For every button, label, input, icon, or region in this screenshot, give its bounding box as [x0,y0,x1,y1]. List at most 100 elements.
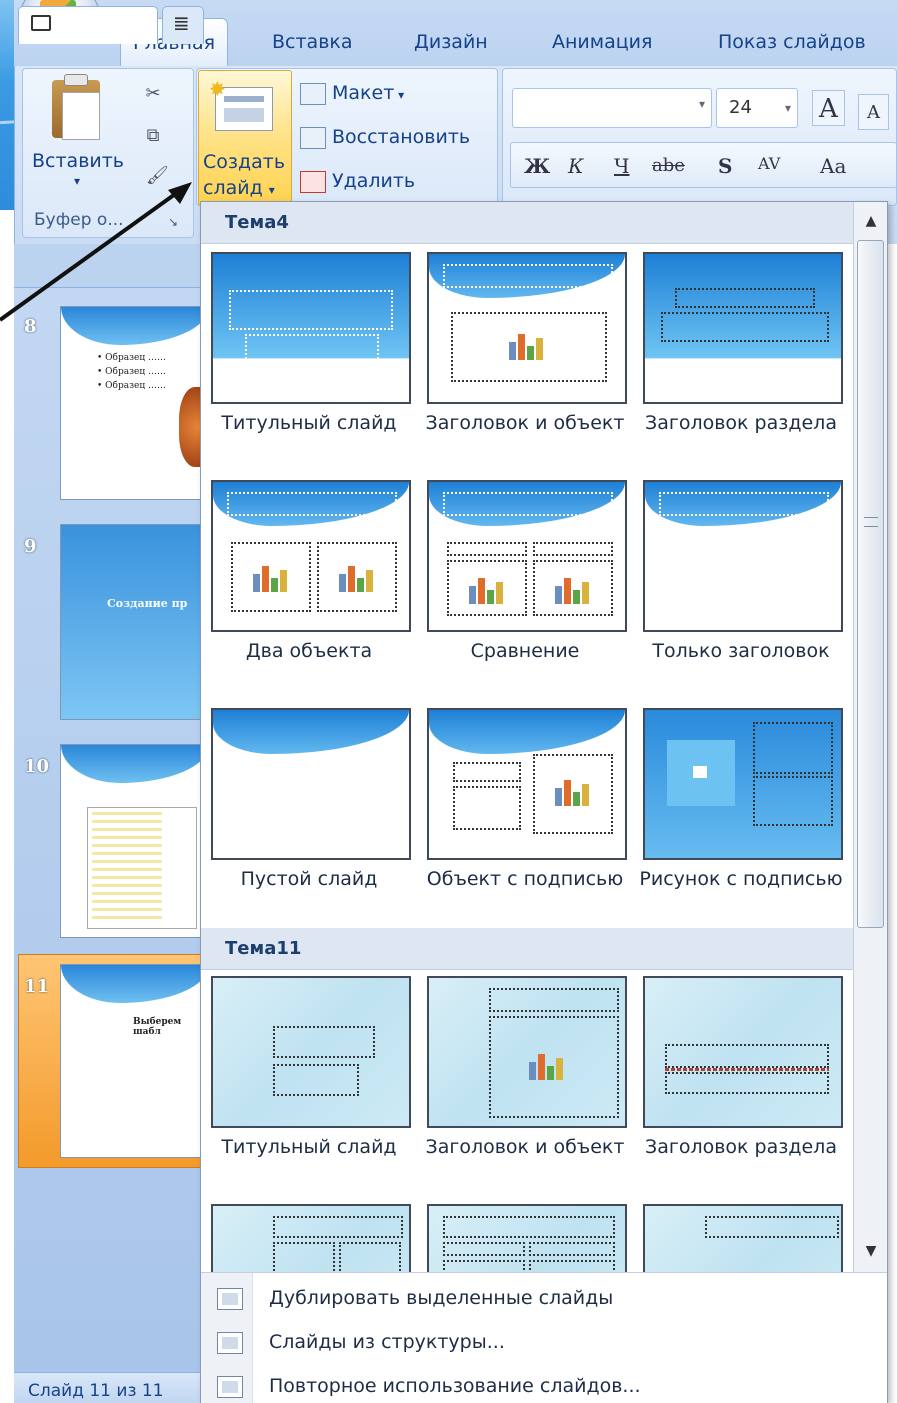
gallery-scrollbar[interactable]: ▲ ▼ [853,202,887,1272]
font-dropdown-icon[interactable]: ▾ [699,97,705,111]
placeholder-box [529,1260,615,1272]
content-icons [251,562,291,592]
chevron-down-icon: ▾ [394,88,405,102]
scrollbar-thumb[interactable] [857,240,884,928]
tab-design[interactable]: Дизайн [414,18,488,66]
shrink-font-glyph: A [867,102,880,123]
layout-preview [427,252,627,404]
layout-preview [643,1204,843,1272]
layout-preview [427,976,627,1128]
copy-icon[interactable]: ⧉ [142,126,164,146]
tab-slides[interactable] [18,6,158,44]
placeholder-box [529,1242,615,1256]
placeholder-box [273,1216,403,1238]
new-slide-label-line1: Создать [203,151,286,173]
bold-button[interactable]: Ж [524,148,550,184]
char-spacing-button[interactable]: AV [758,146,780,182]
cut-icon[interactable]: ✂ [142,84,164,104]
delete-icon [300,170,326,193]
size-dropdown-icon[interactable]: ▾ [785,89,791,127]
delete-button[interactable]: Удалить [300,166,415,196]
reuse-slides-icon [217,1376,243,1398]
italic-button[interactable]: К [568,148,583,184]
layout-wave [429,710,625,754]
slide-number: 11 [24,976,50,997]
reset-label: Восстановить [332,126,471,148]
layout-button[interactable]: Макет ▾ [300,78,404,108]
layout-preview [643,976,843,1128]
tab-insert[interactable]: Вставка [272,18,353,66]
shadow-button[interactable]: S [718,148,732,184]
scroll-up-icon[interactable]: ▲ [854,204,888,238]
placeholder-box [659,492,829,516]
thumb-bullet: • Образец …… [97,381,166,391]
thumb-screenshot [87,807,197,929]
layout-gallery: Тема4 Титульный слайд Заголовок и объект… [201,202,853,1272]
grow-font-button[interactable]: A [812,90,845,126]
placeholder-box [443,492,613,516]
placeholder-box [665,1044,829,1068]
slide-thumbnail-9[interactable]: Создание пр [60,524,210,720]
placeholder-box [273,1064,359,1096]
slide-thumbnail-11[interactable]: Выберем шабл [60,964,210,1158]
menu-item-label: Дублировать выделенные слайды [269,1287,614,1309]
section-divider [665,1068,829,1071]
layout-preview [211,708,411,860]
placeholder-box [453,786,521,830]
placeholder-box [489,988,619,1012]
font-name-field[interactable]: ▾ [512,88,712,128]
layout-preview [211,480,411,632]
layout-label: Макет [332,82,395,104]
placeholder-box [665,1072,829,1094]
change-case-button[interactable]: Aa [820,148,846,184]
menu-item-duplicate[interactable]: Дублировать выделенные слайды [201,1277,887,1321]
strikethrough-button[interactable]: abe [652,148,685,184]
thumb-title: Выберем шабл [133,1017,182,1037]
layout-label: Рисунок с подписью [639,868,843,890]
reset-icon [300,126,326,149]
slide-thumbnail-10[interactable] [60,744,210,938]
layout-label: Заголовок и объект [425,1136,625,1158]
font-size-field[interactable]: 24 ▾ [716,88,798,128]
font-size-value: 24 [729,97,752,118]
outline-tab-icon: ≣ [173,11,190,35]
placeholder-box [753,776,833,826]
grow-font-glyph: A [819,94,838,124]
content-icons [527,1050,567,1080]
slides-tab-icon [31,15,51,31]
menu-item-from-outline[interactable]: Слайды из структуры... [201,1321,887,1365]
delete-label: Удалить [332,170,416,192]
tab-slideshow[interactable]: Показ слайдов [718,18,866,66]
placeholder-box [453,762,521,782]
layout-preview [211,1204,411,1272]
reset-button[interactable]: Восстановить [300,122,470,152]
layout-preview [211,252,411,404]
placeholder-box [447,542,527,556]
layout-preview [643,480,843,632]
layout-label: Сравнение [470,640,580,662]
placeholder-box [533,542,613,556]
scroll-down-icon[interactable]: ▼ [854,1234,888,1268]
placeholder-box [753,722,833,774]
layout-label: Титульный слайд [221,412,397,434]
menu-item-label: Слайды из структуры... [269,1331,505,1353]
placeholder-box [229,290,393,330]
new-slide-button[interactable]: ✸ Создать слайд ▾ [198,70,292,206]
menu-item-reuse[interactable]: Повторное использование слайдов... [201,1365,887,1403]
placeholder-box [675,288,815,308]
paste-label: Вставить [32,150,125,172]
slides-from-outline-icon [217,1332,243,1354]
placeholder-box [245,334,379,362]
content-icons [553,574,593,604]
shrink-font-button[interactable]: A [858,94,889,130]
new-slide-label-line2-text: слайд [203,177,263,199]
thumb-bullet: • Образец …… [97,367,166,377]
chevron-down-icon: ▾ [268,183,275,197]
duplicate-slides-icon [217,1288,243,1310]
tab-outline[interactable]: ≣ [162,6,204,44]
new-star-icon: ✸ [209,77,226,101]
tab-animation[interactable]: Анимация [552,18,652,66]
underline-button[interactable]: Ч [614,148,629,184]
thumb-wave [61,745,209,783]
placeholder-box [443,264,613,288]
